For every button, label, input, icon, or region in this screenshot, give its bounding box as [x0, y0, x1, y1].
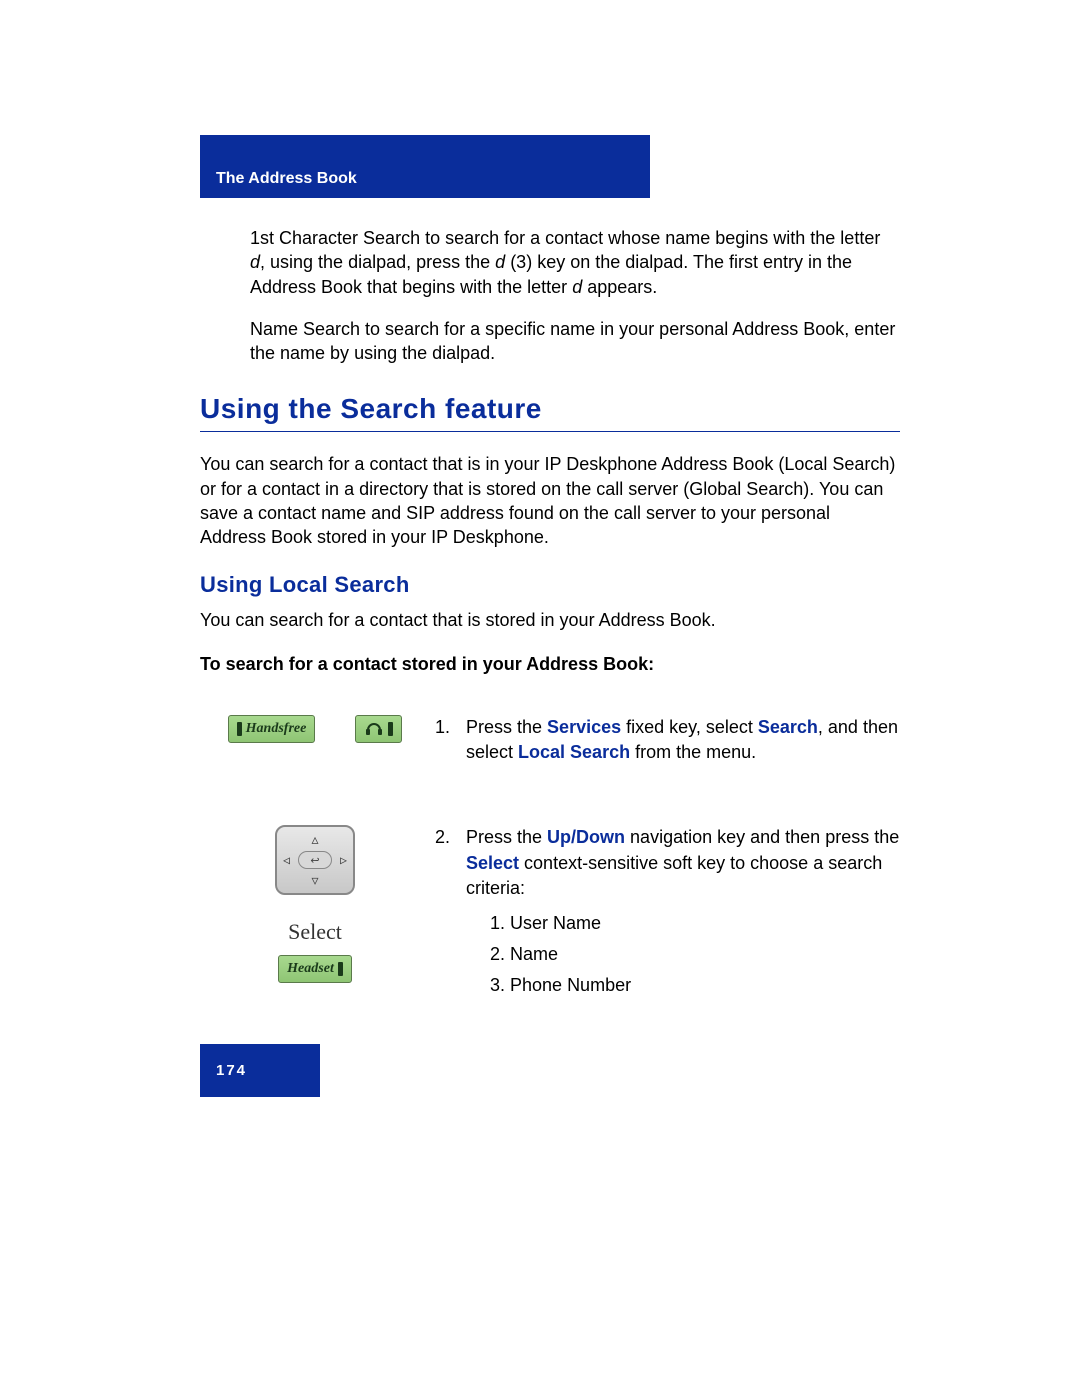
- page-number: 174: [216, 1062, 247, 1079]
- page-header: The Address Book: [200, 135, 650, 198]
- page-footer: 174: [200, 1044, 320, 1097]
- headset-glyph-icon: [364, 720, 384, 738]
- arrow-down-icon: ▿: [311, 872, 318, 889]
- arrow-up-icon: ▵: [311, 831, 318, 848]
- intro-paragraph-2: Name Search to search for a specific nam…: [250, 317, 900, 366]
- headset-label: Headset: [287, 961, 334, 977]
- criteria-list: 1. User Name 2. Name 3. Phone Number: [490, 911, 900, 999]
- criteria-2: 2. Name: [490, 942, 900, 967]
- softkey-icon: [355, 715, 402, 743]
- step-number: 1.: [430, 715, 450, 765]
- search-label: Search: [758, 717, 818, 737]
- s1-d: from the menu.: [630, 742, 756, 762]
- instruction-bold: To search for a contact stored in your A…: [200, 654, 900, 675]
- indicator-bar-icon: [338, 962, 343, 976]
- heading-2: Using Local Search: [200, 572, 900, 598]
- step-1-row: Handsfree 1. Press the Services fixed ke…: [200, 715, 900, 765]
- intro-p1-b: , using the dialpad, press the: [260, 252, 495, 272]
- handsfree-key-icon: Handsfree: [228, 715, 316, 743]
- intro-p1-d: appears.: [582, 277, 657, 297]
- header-title: The Address Book: [216, 170, 357, 187]
- criteria-3: 3. Phone Number: [490, 973, 900, 998]
- headset-key-icon: Headset: [278, 955, 352, 983]
- step-1-images: Handsfree: [200, 715, 430, 743]
- s1-b: fixed key, select: [621, 717, 758, 737]
- indicator-bar-icon: [237, 722, 242, 736]
- letter-d: d: [250, 252, 260, 272]
- indicator-bar-icon: [388, 722, 393, 736]
- letter-d: d: [572, 277, 582, 297]
- step-2-content: Press the Up/Down navigation key and the…: [466, 825, 900, 1004]
- letter-d: d: [495, 252, 505, 272]
- intro-p1-a: 1st Character Search to search for a con…: [250, 228, 880, 248]
- select-label: Select: [288, 919, 342, 945]
- criteria-1: 1. User Name: [490, 911, 900, 936]
- step-1-content: Press the Services fixed key, select Sea…: [466, 715, 900, 765]
- enter-key-icon: ↩: [298, 851, 332, 869]
- s2-a: Press the: [466, 827, 547, 847]
- document-page: The Address Book 1st Character Search to…: [200, 135, 900, 1064]
- s2-c: context-sensitive soft key to choose a s…: [466, 853, 882, 898]
- heading-1: Using the Search feature: [200, 393, 900, 432]
- select-key-label: Select: [466, 853, 519, 873]
- s1-a: Press the: [466, 717, 547, 737]
- updown-label: Up/Down: [547, 827, 625, 847]
- handsfree-label: Handsfree: [246, 721, 307, 737]
- arrow-right-icon: ▹: [340, 852, 347, 869]
- step-2-images: ▵ ▿ ◃ ▹ ↩ Select Headset: [200, 825, 430, 983]
- body-paragraph-1: You can search for a contact that is in …: [200, 452, 900, 549]
- step-2-text: 2. Press the Up/Down navigation key and …: [430, 825, 900, 1004]
- navigation-key-icon: ▵ ▿ ◃ ▹ ↩: [275, 825, 355, 895]
- intro-paragraph-1: 1st Character Search to search for a con…: [250, 226, 900, 299]
- local-search-label: Local Search: [518, 742, 630, 762]
- body-paragraph-2: You can search for a contact that is sto…: [200, 608, 900, 632]
- s2-b: navigation key and then press the: [625, 827, 899, 847]
- step-number: 2.: [430, 825, 450, 1004]
- intro-p2: Name Search to search for a specific nam…: [250, 319, 895, 363]
- step-1-text: 1. Press the Services fixed key, select …: [430, 715, 900, 765]
- step-2-row: ▵ ▿ ◃ ▹ ↩ Select Headset 2. Press the Up…: [200, 825, 900, 1004]
- arrow-left-icon: ◃: [283, 852, 290, 869]
- services-label: Services: [547, 717, 621, 737]
